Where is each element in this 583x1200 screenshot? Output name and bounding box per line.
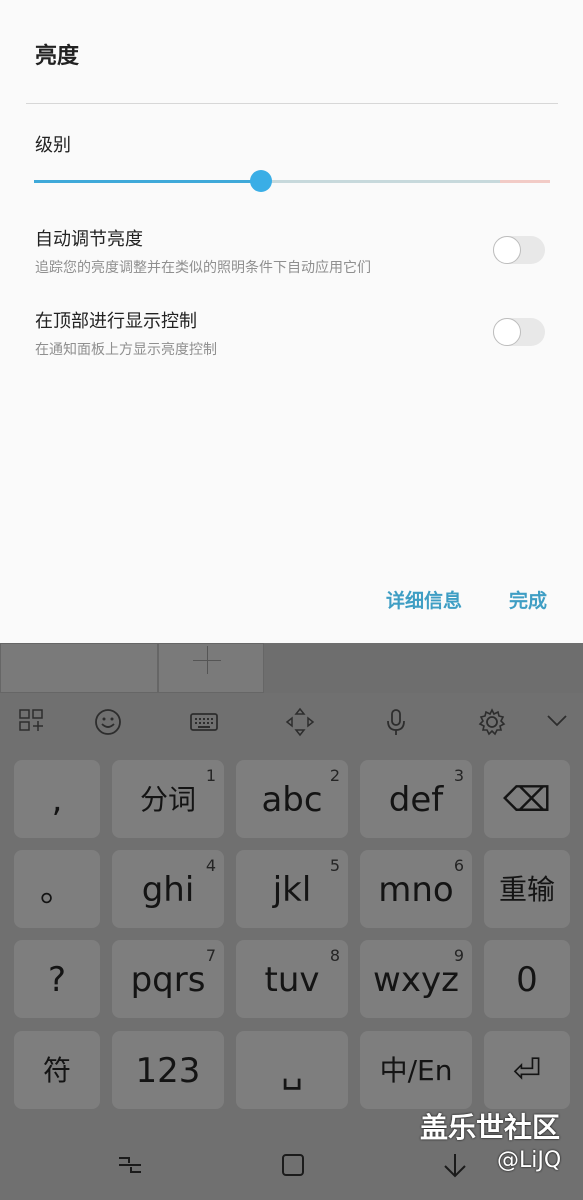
key-r2-c4[interactable]: mno 6 [360, 850, 472, 928]
key-label: abc [261, 780, 323, 820]
key-label: 0 [516, 960, 538, 1000]
key-label: tuv [264, 960, 320, 1000]
details-button[interactable]: 详细信息 [386, 586, 462, 613]
key-label: jkl [272, 870, 312, 910]
app-thumbnail [0, 643, 158, 693]
key-r2-c1[interactable]: 。 [14, 850, 100, 928]
key-label: ⏎ [512, 1051, 542, 1091]
collapse-chevron-icon[interactable] [542, 707, 572, 737]
key-label: ⌫ [502, 780, 552, 820]
key-label: wxyz [373, 960, 459, 1000]
key-r3-c1[interactable]: ? [14, 940, 100, 1018]
key-label: 分词 [139, 783, 196, 816]
key-number: 8 [329, 946, 340, 965]
toggle-knob [493, 236, 521, 264]
background-app-strip [0, 643, 583, 693]
key-number: 2 [329, 766, 340, 785]
key-label: 符 [42, 1054, 71, 1087]
level-label: 级别 [35, 135, 71, 156]
key-r2-c2[interactable]: ghi 4 [112, 850, 224, 928]
key-r3-c4[interactable]: wxyz 9 [360, 940, 472, 1018]
key-r1-c5[interactable]: ⌫ [484, 760, 570, 838]
key-r3-c5[interactable]: 0 [484, 940, 570, 1018]
add-thumbnail [158, 643, 264, 693]
top-control-option[interactable]: 在顶部进行显示控制 在通知面板上方显示亮度控制 [35, 307, 217, 359]
key-number: 7 [205, 946, 216, 965]
key-number: 9 [453, 946, 464, 965]
key-label: 中/En [379, 1054, 453, 1087]
keyboard-icon[interactable] [189, 707, 219, 737]
key-number: 4 [205, 856, 216, 875]
key-r2-c5[interactable]: 重输 [484, 850, 570, 928]
watermark-handle: @LiJQ [497, 1148, 562, 1173]
top-control-subtitle: 在通知面板上方显示亮度控制 [35, 342, 217, 358]
key-label: ␣ [281, 1051, 303, 1091]
key-label: pqrs [130, 960, 206, 1000]
cursor-move-icon[interactable] [285, 707, 315, 737]
keyboard-toolbar [0, 693, 583, 751]
recent-apps-icon[interactable] [115, 1150, 145, 1187]
key-label: 123 [135, 1051, 201, 1091]
slider-thumb[interactable] [250, 170, 272, 192]
auto-brightness-option[interactable]: 自动调节亮度 追踪您的亮度调整并在类似的照明条件下自动应用它们 [35, 225, 371, 277]
key-number: 1 [205, 766, 216, 785]
key-r1-c3[interactable]: abc 2 [236, 760, 348, 838]
key-r3-c3[interactable]: tuv 8 [236, 940, 348, 1018]
emoji-icon[interactable] [93, 707, 123, 737]
microphone-icon[interactable] [381, 707, 411, 737]
brightness-slider[interactable] [34, 168, 550, 194]
auto-brightness-subtitle: 追踪您的亮度调整并在类似的照明条件下自动应用它们 [35, 260, 371, 276]
back-icon[interactable] [440, 1150, 470, 1187]
key-r3-c2[interactable]: pqrs 7 [112, 940, 224, 1018]
key-r4-c2[interactable]: 123 [112, 1031, 224, 1109]
key-number: 3 [453, 766, 464, 785]
auto-brightness-toggle[interactable] [493, 236, 545, 264]
slider-track-warning [500, 180, 550, 183]
settings-icon[interactable] [477, 707, 507, 737]
brightness-dialog: 亮度 级别 自动调节亮度 追踪您的亮度调整并在类似的照明条件下自动应用它们 在顶… [0, 0, 583, 643]
dialog-title: 亮度 [35, 44, 80, 69]
watermark-text: 盖乐世社区 [420, 1111, 561, 1144]
key-label: ghi [141, 870, 195, 910]
key-label: mno [378, 870, 454, 910]
key-label: , [51, 780, 63, 820]
key-r1-c4[interactable]: def 3 [360, 760, 472, 838]
key-r2-c3[interactable]: jkl 5 [236, 850, 348, 928]
slider-track-rest [261, 180, 500, 183]
key-label: 重输 [498, 873, 555, 906]
key-number: 5 [329, 856, 340, 875]
key-r1-c1[interactable]: , [14, 760, 100, 838]
key-label: def [388, 780, 444, 820]
divider [26, 103, 558, 104]
key-label: ? [47, 960, 67, 1000]
slider-track-fill [34, 180, 261, 183]
apps-grid-icon[interactable] [17, 707, 47, 737]
home-icon[interactable] [278, 1150, 308, 1187]
key-number: 6 [453, 856, 464, 875]
key-label: 。 [40, 870, 74, 910]
key-r4-c5[interactable]: ⏎ [484, 1031, 570, 1109]
done-button[interactable]: 完成 [509, 586, 547, 613]
top-control-title: 在顶部进行显示控制 [35, 311, 197, 332]
key-r4-c1[interactable]: 符 [14, 1031, 100, 1109]
key-r4-c3[interactable]: ␣ [236, 1031, 348, 1109]
key-r1-c2[interactable]: 分词 1 [112, 760, 224, 838]
toggle-knob [493, 318, 521, 346]
auto-brightness-title: 自动调节亮度 [35, 229, 143, 250]
key-r4-c4[interactable]: 中/En [360, 1031, 472, 1109]
top-control-toggle[interactable] [493, 318, 545, 346]
